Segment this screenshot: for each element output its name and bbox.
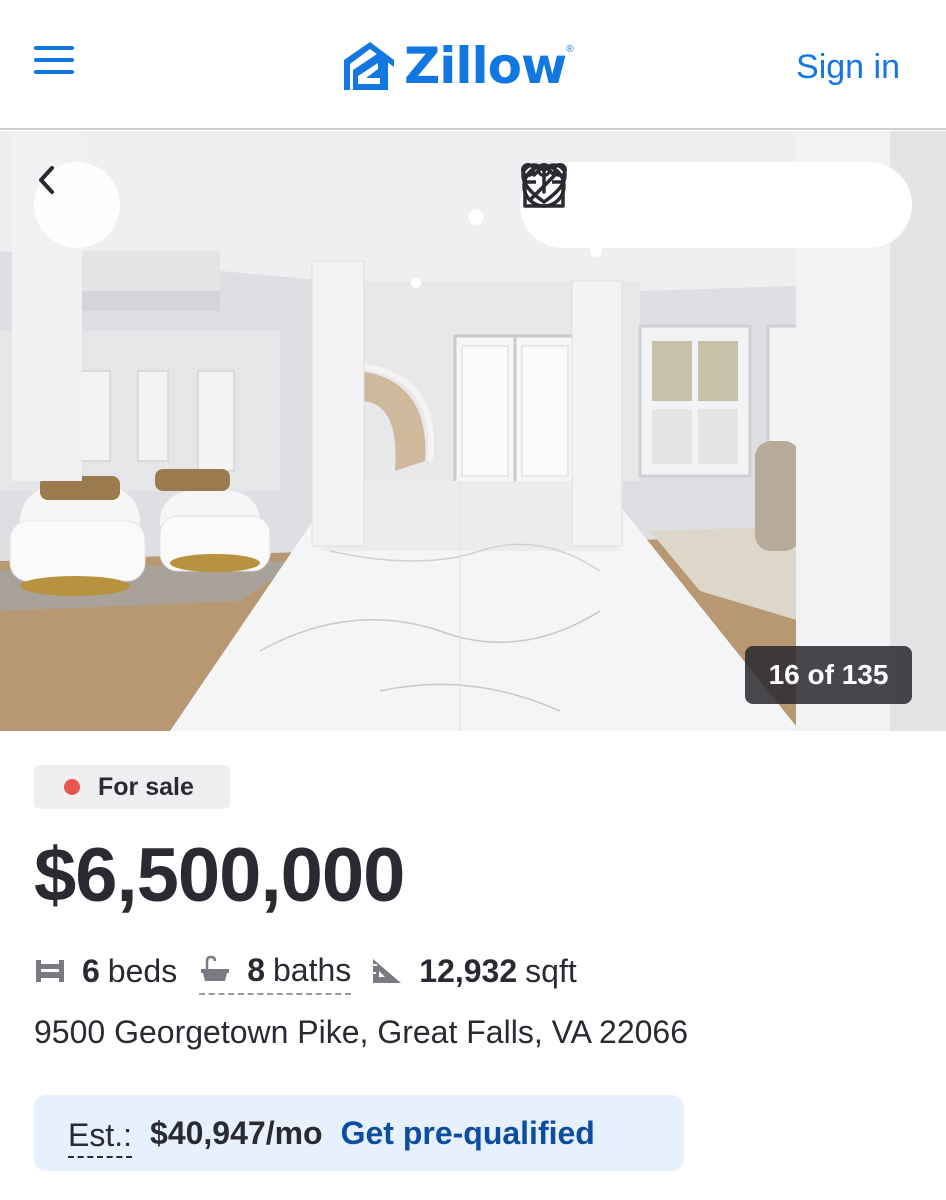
status-label: For sale xyxy=(98,772,194,801)
photo-action-bar xyxy=(520,162,912,248)
zillow-logo[interactable]: Zillow ® xyxy=(344,38,574,94)
area-ruler-icon xyxy=(371,957,403,985)
get-prequalified-link[interactable]: Get pre-qualified xyxy=(341,1115,595,1152)
listing-photo[interactable]: 16 of 135 xyxy=(0,131,946,731)
bathtub-icon xyxy=(199,955,231,985)
sign-in-link[interactable]: Sign in xyxy=(796,48,900,87)
baths-value: 8 xyxy=(247,951,265,988)
beds-value: 6 xyxy=(82,952,100,989)
share-button[interactable] xyxy=(523,163,703,235)
logo-wordmark: Zillow xyxy=(404,37,567,95)
payment-estimate-box: Est.: $40,947/mo Get pre-qualified xyxy=(34,1095,684,1171)
chevron-left-icon xyxy=(39,166,54,194)
sqft-fact: 12,932 sqft xyxy=(371,952,577,990)
registered-mark: ® xyxy=(566,44,574,55)
estimate-label[interactable]: Est.: xyxy=(68,1117,133,1158)
listing-price: $6,500,000 xyxy=(34,833,405,918)
baths-fact[interactable]: 8 baths xyxy=(199,951,352,995)
sqft-value: 12,932 xyxy=(419,952,518,989)
baths-label: baths xyxy=(272,951,352,988)
status-badge: For sale xyxy=(34,765,230,809)
top-nav: Zillow ® Sign in xyxy=(0,0,946,130)
estimate-amount: $40,947/mo xyxy=(150,1114,323,1151)
sqft-label: sqft xyxy=(525,952,577,989)
zillow-house-icon xyxy=(344,42,394,90)
beds-label: beds xyxy=(107,952,178,989)
listing-address: 9500 Georgetown Pike, Great Falls, VA 22… xyxy=(34,1014,689,1050)
status-dot-icon xyxy=(64,779,80,795)
bed-icon xyxy=(34,958,66,984)
more-options-button[interactable] xyxy=(521,163,877,235)
beds-fact: 6 beds xyxy=(34,953,177,990)
more-icon xyxy=(521,163,567,177)
back-button[interactable] xyxy=(34,162,120,248)
photo-counter: 16 of 135 xyxy=(745,646,912,704)
home-facts: 6 beds 8 baths 12,932 sqft xyxy=(34,946,577,996)
hide-home-button[interactable] xyxy=(522,164,790,235)
hamburger-menu-icon[interactable] xyxy=(34,46,74,80)
